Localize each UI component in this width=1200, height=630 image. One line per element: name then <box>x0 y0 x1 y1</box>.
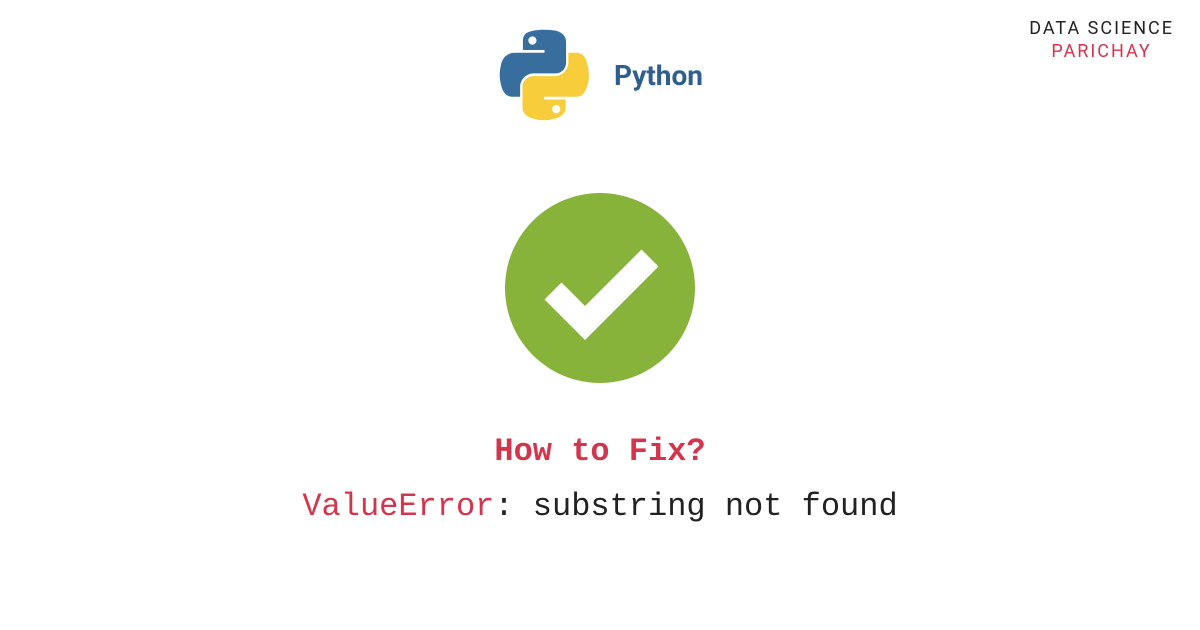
watermark: DATA SCIENCE PARICHAY <box>1029 18 1174 62</box>
watermark-line1: DATA SCIENCE <box>1029 18 1174 39</box>
python-logo-icon <box>497 28 592 123</box>
question-text: How to Fix? <box>0 433 1200 470</box>
header: Python <box>0 0 1200 123</box>
error-message: : substring not found <box>494 488 897 525</box>
error-type: ValueError <box>302 488 494 525</box>
checkmark-icon <box>505 193 695 383</box>
watermark-line2: PARICHAY <box>1029 41 1174 62</box>
error-line: ValueError: substring not found <box>0 488 1200 525</box>
footer: How to Fix? ValueError: substring not fo… <box>0 433 1200 525</box>
header-label: Python <box>614 59 703 92</box>
checkmark-container <box>0 193 1200 383</box>
